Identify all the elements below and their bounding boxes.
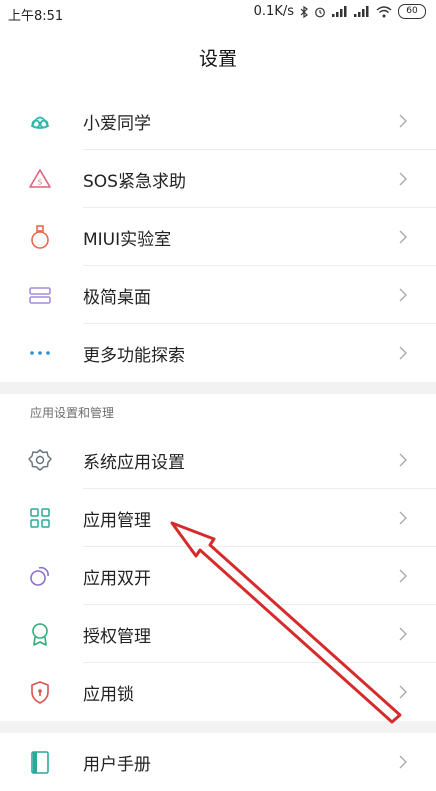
status-bar: 上午8:51 0.1K/s 60 xyxy=(0,0,436,26)
settings-item-label: 更多功能探索 xyxy=(83,345,185,366)
chevron-right-icon xyxy=(399,569,407,583)
network-speed: 0.1K/s xyxy=(253,4,294,19)
svg-text:S: S xyxy=(38,179,43,187)
settings-item-sos[interactable]: S SOS紧急求助 xyxy=(0,150,436,208)
settings-item-system-apps[interactable]: 系统应用设置 xyxy=(0,431,436,489)
gear-icon xyxy=(28,449,52,471)
settings-item-miui-lab[interactable]: MIUI实验室 xyxy=(0,208,436,266)
chevron-right-icon xyxy=(399,453,407,467)
settings-item-label: 应用管理 xyxy=(83,510,151,531)
wifi-icon xyxy=(376,5,392,17)
grid-icon xyxy=(30,508,50,528)
bluetooth-icon xyxy=(300,5,308,18)
flask-icon xyxy=(31,225,49,249)
dual-apps-icon xyxy=(30,566,49,586)
status-right: 0.1K/s 60 xyxy=(254,4,426,19)
shield-lock-icon xyxy=(31,681,49,704)
settings-item-minimal-desktop[interactable]: 极简桌面 xyxy=(0,266,436,324)
battery-indicator: 60 xyxy=(398,4,426,19)
chevron-right-icon xyxy=(399,172,407,186)
minimal-desktop-icon xyxy=(29,287,51,304)
settings-item-xiaoai[interactable]: 小爱同学 xyxy=(0,92,436,150)
chevron-right-icon xyxy=(399,627,407,641)
chevron-right-icon xyxy=(399,685,407,699)
settings-item-more-features[interactable]: 更多功能探索 xyxy=(0,324,436,382)
award-icon xyxy=(32,623,48,646)
settings-group-apps: 系统应用设置 应用管理 应用双开 授权管理 应用锁 xyxy=(0,431,436,721)
page-title: 设置 xyxy=(198,47,237,70)
section-gap xyxy=(0,382,436,394)
settings-item-dual-apps[interactable]: 应用双开 xyxy=(0,547,436,605)
section-gap-2 xyxy=(0,721,436,733)
settings-group-help: 用户手册 xyxy=(0,733,436,791)
settings-item-label: 授权管理 xyxy=(83,626,151,647)
settings-item-permissions[interactable]: 授权管理 xyxy=(0,605,436,663)
settings-item-label: SOS紧急求助 xyxy=(83,171,186,192)
settings-item-app-management[interactable]: 应用管理 xyxy=(0,489,436,547)
settings-item-label: 小爱同学 xyxy=(83,113,151,134)
status-time: 上午8:51 xyxy=(8,9,64,24)
alarm-icon xyxy=(315,7,325,17)
chevron-right-icon xyxy=(399,511,407,525)
settings-item-label: 应用锁 xyxy=(83,684,134,705)
settings-item-user-manual[interactable]: 用户手册 xyxy=(0,733,436,791)
chevron-right-icon xyxy=(399,288,407,302)
xiaoai-icon xyxy=(30,116,50,129)
settings-item-label: MIUI实验室 xyxy=(83,229,172,250)
sos-icon: S xyxy=(29,169,51,188)
chevron-right-icon xyxy=(399,755,407,769)
settings-item-app-lock[interactable]: 应用锁 xyxy=(0,663,436,721)
manual-icon xyxy=(31,751,49,774)
settings-item-label: 系统应用设置 xyxy=(83,452,185,473)
chevron-right-icon xyxy=(399,230,407,244)
settings-item-label: 极简桌面 xyxy=(83,287,151,308)
chevron-right-icon xyxy=(399,346,407,360)
signal-icon xyxy=(332,6,347,17)
settings-item-label: 应用双开 xyxy=(83,568,151,589)
settings-group-features: 小爱同学 S SOS紧急求助 MIUI实验室 极简桌面 更多功能探索 xyxy=(0,92,436,382)
more-dots-icon xyxy=(30,351,50,355)
signal-icon-2 xyxy=(354,6,369,17)
section-header: 应用设置和管理 xyxy=(30,406,115,420)
chevron-right-icon xyxy=(399,114,407,128)
